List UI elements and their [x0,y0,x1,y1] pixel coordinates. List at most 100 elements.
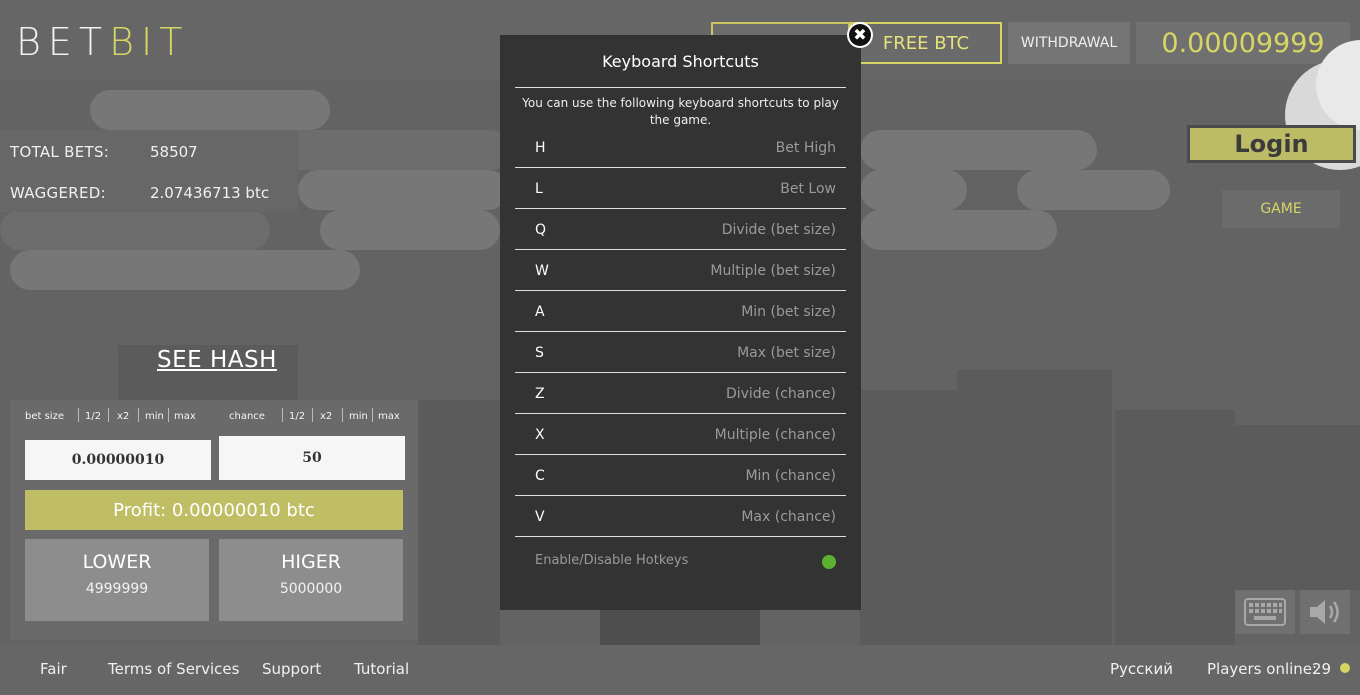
shortcut-key: W [535,263,549,279]
bet-size-label: bet size [25,411,64,422]
divider [515,413,846,414]
chance-min-button[interactable]: min [349,411,368,422]
building-decoration [1235,425,1360,590]
divider [515,249,846,250]
shortcut-action: Multiple (chance) [714,427,836,443]
close-icon: ✖ [849,24,871,46]
divider [515,290,846,291]
divider [138,408,139,422]
bet-size-half-button[interactable]: 1/2 [85,411,101,422]
building-decoration [957,370,1112,645]
footer-link-tutorial[interactable]: Tutorial [354,660,409,678]
shortcut-action: Divide (chance) [725,386,836,402]
shortcut-key: H [535,140,546,156]
cloud-decoration [1017,170,1170,210]
shortcut-key: A [535,304,545,320]
divider [108,408,109,422]
divider [282,408,283,422]
shortcut-action: Bet High [775,140,836,156]
bet-size-input[interactable]: 0.00000010 [25,440,211,480]
balance-display: 0.00009999 [1136,22,1350,64]
total-bets-value: 58507 [150,143,198,161]
footer-link-fair[interactable]: Fair [40,660,67,678]
modal-title: Keyboard Shortcuts [602,52,759,71]
lower-label: LOWER [82,551,152,573]
waggered-value: 2.07436713 btc [150,184,270,202]
shortcut-action: Max (bet size) [737,345,836,361]
cloud-decoration [860,130,1097,170]
bet-size-double-button[interactable]: x2 [117,411,129,422]
divider [168,408,169,422]
bet-size-min-button[interactable]: min [145,411,164,422]
shortcut-action: Divide (bet size) [721,222,836,238]
close-modal-button[interactable]: ✖ [847,22,873,48]
game-button[interactable]: GAME [1222,190,1340,228]
divider [515,208,846,209]
language-selector[interactable]: Русский [1110,660,1173,678]
divider [342,408,343,422]
total-bets-label: TOTAL BETS: [10,143,110,161]
players-online-label: Players online: [1207,660,1318,678]
bet-lower-button[interactable]: LOWER 4999999 [25,539,209,621]
see-hash-link[interactable]: SEE HASH [157,347,277,373]
chance-double-button[interactable]: x2 [320,411,332,422]
sound-icon[interactable] [1300,590,1350,634]
divider [78,408,79,422]
shortcut-action: Min (bet size) [741,304,836,320]
divider [515,536,846,537]
shortcut-key: S [535,345,544,361]
modal-description: You can use the following keyboard short… [522,96,839,127]
betbit-logo[interactable]: BETBIT [16,20,189,64]
divider [312,408,313,422]
cloud-decoration [0,210,270,250]
building-decoration [418,400,500,645]
keyboard-icon[interactable] [1235,590,1295,634]
shortcut-key: Q [535,222,547,238]
logo-text-bet: BET [16,20,110,64]
shortcut-key: X [535,427,545,443]
footer-link-terms[interactable]: Terms of Services [108,660,239,678]
shortcut-action: Bet Low [780,181,836,197]
online-status-dot [1340,663,1350,673]
cloud-decoration [90,90,330,130]
chance-input[interactable]: 50 [219,436,405,480]
cloud-decoration [860,170,967,210]
hotkeys-toggle-label: Enable/Disable Hotkeys [535,553,689,568]
cloud-decoration [10,250,360,290]
chance-label: chance [229,411,265,422]
profit-display: Profit: 0.00000010 btc [25,490,403,530]
divider [372,408,373,422]
lower-value: 4999999 [85,581,149,597]
shortcut-key: L [535,181,543,197]
chance-max-button[interactable]: max [378,411,400,422]
logo-text-bit: BIT [109,20,190,64]
free-btc-button[interactable]: FREE BTC [850,22,1002,64]
players-online-count: 29 [1312,660,1332,678]
shortcut-action: Multiple (bet size) [710,263,836,279]
divider [515,167,846,168]
cloud-decoration [298,170,508,210]
withdrawal-button[interactable]: WITHDRAWAL [1008,22,1130,64]
login-button[interactable]: Login [1187,125,1356,163]
divider [515,331,846,332]
higher-value: 5000000 [279,581,343,597]
hotkeys-toggle[interactable] [822,555,836,569]
shortcut-key: V [535,509,545,525]
chance-half-button[interactable]: 1/2 [289,411,305,422]
bet-higher-button[interactable]: HIGER 5000000 [219,539,403,621]
shortcut-action: Max (chance) [741,509,836,525]
divider [515,454,846,455]
bet-size-max-button[interactable]: max [174,411,196,422]
cloud-decoration [320,210,500,250]
higher-label: HIGER [281,551,341,573]
divider [515,495,846,496]
shortcut-key: Z [535,386,545,402]
divider [515,372,846,373]
divider [515,87,846,88]
waggered-label: WAGGERED: [10,184,106,202]
building-decoration [1115,410,1235,645]
cloud-decoration [860,210,1057,250]
footer-link-support[interactable]: Support [262,660,321,678]
shortcut-action: Min (chance) [745,468,836,484]
shortcut-key: C [535,468,545,484]
